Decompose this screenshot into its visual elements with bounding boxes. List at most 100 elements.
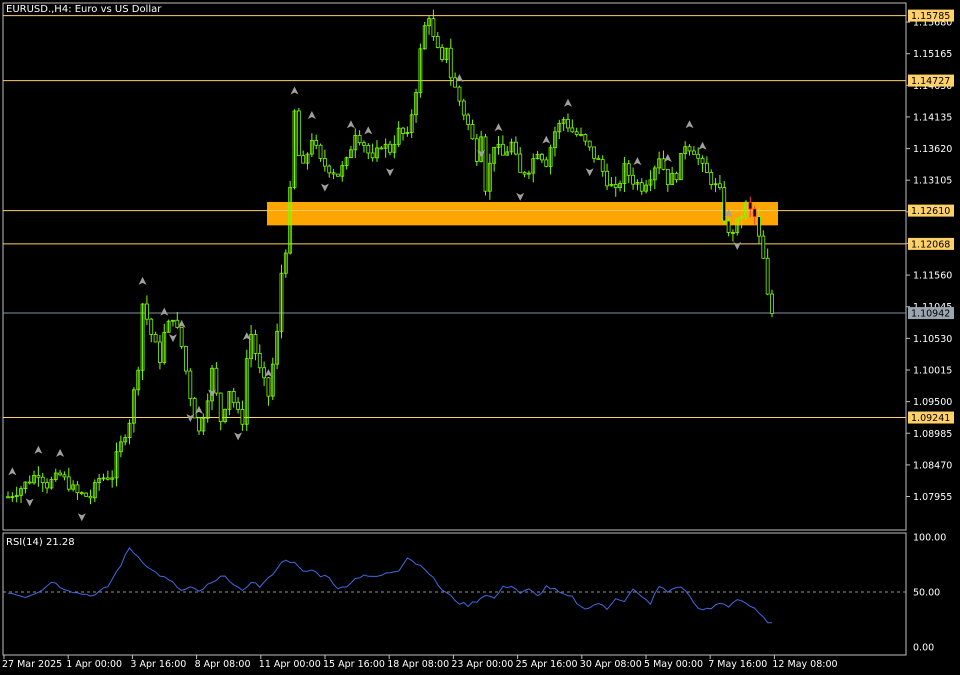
x-tick-label: 8 Apr 08:00 <box>195 659 251 670</box>
candle-body <box>184 346 188 372</box>
candle-body <box>58 472 62 476</box>
candle-body <box>704 162 709 173</box>
candle-body <box>661 158 666 170</box>
candle-body <box>36 475 41 478</box>
pivot-high-marker <box>8 467 17 476</box>
rsi-line <box>7 547 773 624</box>
candle-body <box>448 47 453 79</box>
y-tick-label: 1.08470 <box>913 460 952 471</box>
candle-body <box>691 150 696 155</box>
x-tick-label: 5 May 00:00 <box>644 659 703 670</box>
price-chart[interactable]: 1.156801.151651.146501.141351.136201.131… <box>0 0 960 675</box>
x-tick-label: 23 Apr 00:00 <box>451 659 513 670</box>
candle-body <box>175 319 180 328</box>
candle-body <box>761 235 766 259</box>
candle-body <box>513 141 518 155</box>
y-tick-label: 1.10530 <box>913 334 952 345</box>
pivot-high-marker <box>290 86 299 95</box>
candle-body <box>709 172 714 186</box>
candle-body <box>765 257 770 295</box>
candle-body <box>639 182 644 192</box>
x-tick-label: 12 May 08:00 <box>772 659 837 670</box>
pivot-high-marker <box>160 307 169 316</box>
candle-body <box>770 293 774 314</box>
candle-body <box>218 392 223 423</box>
candle-body <box>600 159 605 172</box>
candle-body <box>500 143 505 156</box>
pivot-high-marker <box>56 448 65 457</box>
candle-body <box>752 208 757 218</box>
y-tick-label: 1.13105 <box>913 176 952 187</box>
candle-body <box>45 482 49 489</box>
candle-body <box>401 127 405 134</box>
candle-body <box>322 158 327 167</box>
candle-body <box>6 496 10 499</box>
candle-body <box>236 401 240 410</box>
rsi-tick-label: 100.00 <box>913 533 946 544</box>
candle-body <box>388 143 392 153</box>
pivot-high-marker <box>663 154 672 163</box>
candle-body <box>518 153 523 173</box>
pivot-low-marker <box>386 168 394 177</box>
candle-body <box>748 201 753 210</box>
rsi-pane-frame <box>2 532 907 656</box>
candle-body <box>231 391 236 403</box>
candle-body <box>149 318 154 335</box>
candle-body <box>522 171 527 175</box>
candle-body <box>296 110 301 157</box>
pivot-low-marker <box>25 498 34 507</box>
candle-body <box>153 334 158 343</box>
candle-body <box>726 220 731 233</box>
supply-demand-zone <box>267 202 778 226</box>
pivot-low-marker <box>234 432 243 441</box>
pivot-low-marker <box>77 513 86 522</box>
candle-body <box>587 140 592 148</box>
candle-body <box>687 146 692 152</box>
pivot-high-marker <box>633 157 642 166</box>
pivot-high-marker <box>138 276 147 285</box>
pivot-high-marker <box>307 111 316 120</box>
candle-body <box>431 18 436 37</box>
level-price-label: 1.14727 <box>911 76 950 87</box>
candle-body <box>379 147 384 150</box>
candle-body <box>362 142 366 146</box>
candle-body <box>27 481 32 484</box>
y-tick-label: 1.11560 <box>913 271 952 282</box>
candle-body <box>757 216 761 237</box>
candle-body <box>188 370 193 399</box>
candle-body <box>592 146 596 159</box>
level-price-label: 1.09241 <box>911 413 950 424</box>
candle-body <box>583 134 588 142</box>
x-tick-label: 30 Apr 08:00 <box>580 659 642 670</box>
candle-body <box>357 135 362 144</box>
candle-body <box>158 341 162 363</box>
candle-body <box>566 119 570 129</box>
candle-body <box>570 127 575 133</box>
candle-body <box>574 131 579 135</box>
candle-body <box>314 140 319 146</box>
pivot-low-marker <box>516 192 525 201</box>
candle-body <box>145 303 149 320</box>
candle-body <box>470 124 475 140</box>
candle-body <box>613 184 618 189</box>
candle-body <box>435 36 440 48</box>
candle-body <box>79 492 84 495</box>
pivot-high-marker <box>685 120 694 129</box>
candle-body <box>88 495 93 499</box>
candle-body <box>84 492 89 497</box>
candle-body <box>253 334 258 354</box>
candle-body <box>605 170 609 187</box>
y-tick-label: 1.08985 <box>913 429 952 440</box>
x-tick-label: 1 Apr 00:00 <box>66 659 122 670</box>
pivot-low-marker <box>733 242 742 251</box>
pivot-low-marker <box>168 334 177 343</box>
candle-body <box>631 174 635 185</box>
rsi-tick-label: 50.00 <box>913 588 940 599</box>
level-price-label: 1.12610 <box>911 206 950 217</box>
candle-body <box>440 47 444 60</box>
y-tick-label: 1.09500 <box>913 397 952 408</box>
x-tick-label: 25 Apr 16:00 <box>516 659 578 670</box>
y-tick-label: 1.14135 <box>913 112 952 123</box>
x-tick-label: 11 Apr 00:00 <box>259 659 321 670</box>
y-tick-label: 1.13620 <box>913 144 952 155</box>
